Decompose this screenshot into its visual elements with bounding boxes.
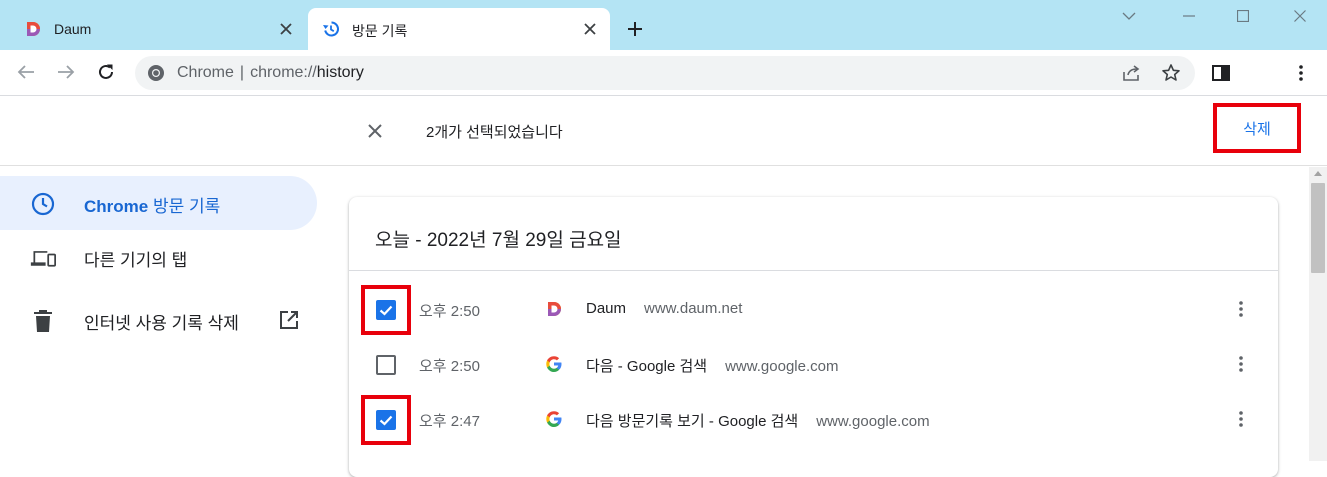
tab-history[interactable]: 방문 기록 — [308, 8, 610, 50]
plus-icon — [628, 22, 642, 36]
maximize-button[interactable] — [1216, 0, 1270, 32]
row-menu-button[interactable] — [1229, 407, 1253, 431]
visit-time: 오후 2:50 — [419, 303, 480, 320]
address-bar[interactable]: Chrome | chrome://history — [135, 56, 1195, 90]
tab-close-icon[interactable] — [276, 19, 296, 39]
visit-time: 오후 2:47 — [419, 413, 480, 430]
sidebar-item-history[interactable]: Chrome 방문 기록 — [0, 176, 317, 230]
sidebar-item-clear-browsing-data[interactable]: 인터넷 사용 기록 삭제 — [0, 293, 317, 347]
minimize-button[interactable] — [1162, 0, 1216, 32]
devices-icon — [30, 245, 56, 271]
bookmark-button[interactable] — [1159, 61, 1183, 85]
history-row[interactable]: 오후 2:47 다음 방문기록 보기 - Google 검색 www.google… — [349, 392, 1278, 447]
arrow-left-icon — [17, 65, 34, 79]
close-window-button[interactable] — [1273, 0, 1327, 32]
sidebar: Chrome 방문 기록 다른 기기의 탭 인터넷 사용 기록 삭제 — [0, 167, 330, 461]
tab-strip: Daum 방문 기록 — [0, 0, 1327, 50]
sidebar-item-label: Chrome 방문 기록 — [84, 197, 221, 216]
google-favicon-icon — [546, 356, 562, 372]
google-favicon-icon — [546, 411, 562, 427]
visit-link[interactable]: Daum www.daum.net — [586, 300, 742, 317]
close-icon — [1294, 10, 1306, 22]
maximize-icon — [1237, 10, 1249, 22]
tab-search-button[interactable] — [1102, 0, 1156, 32]
check-icon — [379, 305, 393, 316]
close-icon — [368, 124, 382, 138]
open-in-new-icon — [279, 310, 299, 330]
visit-domain: www.google.com — [725, 358, 839, 375]
check-icon — [379, 415, 393, 426]
share-button[interactable] — [1120, 61, 1144, 85]
history-row[interactable]: 오후 2:50 Daum www.daum.net — [349, 282, 1278, 337]
trash-icon — [30, 308, 56, 334]
visit-time: 오후 2:50 — [419, 358, 480, 375]
page-scrollbar[interactable] — [1309, 167, 1327, 461]
menu-button[interactable] — [1288, 60, 1314, 86]
sidebar-item-label: 다른 기기의 탭 — [84, 251, 188, 270]
clear-selection-button[interactable] — [363, 119, 387, 143]
history-card: 오늘 - 2022년 7월 29일 금요일 오후 2:50 Daum www.da… — [349, 197, 1278, 477]
star-icon — [1162, 64, 1180, 81]
tab-title: Daum — [54, 21, 92, 37]
more-vert-icon — [1239, 411, 1243, 427]
row-checkbox[interactable] — [376, 410, 396, 430]
side-panel-button[interactable] — [1208, 60, 1234, 86]
side-panel-icon — [1212, 65, 1230, 81]
history-icon — [323, 21, 340, 37]
url-text: Chrome | chrome://history — [177, 64, 364, 81]
tab-close-icon[interactable] — [580, 19, 600, 39]
clock-icon — [30, 191, 56, 217]
delete-button[interactable]: 삭제 — [1213, 103, 1301, 153]
history-row[interactable]: 오후 2:50 다음 - Google 검색 www.google.com — [349, 337, 1278, 392]
tab-title: 방문 기록 — [352, 23, 408, 39]
chrome-logo-icon — [148, 65, 164, 81]
chevron-down-icon — [1122, 12, 1136, 20]
more-vert-icon — [1299, 65, 1303, 81]
new-tab-button[interactable] — [622, 16, 648, 42]
minimize-icon — [1183, 15, 1195, 17]
url-scheme: chrome:// — [250, 64, 317, 81]
row-menu-button[interactable] — [1229, 352, 1253, 376]
toolbar: Chrome | chrome://history — [0, 50, 1327, 96]
site-chip: Chrome — [177, 64, 234, 81]
row-checkbox[interactable] — [376, 355, 396, 375]
more-vert-icon — [1239, 356, 1243, 372]
scroll-up-arrow-icon[interactable] — [1314, 171, 1322, 176]
arrow-right-icon — [58, 65, 75, 79]
reload-button[interactable] — [92, 58, 120, 86]
selection-count: 2개가 선택되었습니다 — [426, 124, 563, 141]
url-host: history — [316, 64, 364, 81]
visit-domain: www.daum.net — [644, 300, 743, 317]
daum-favicon-icon — [548, 302, 561, 316]
forward-button[interactable] — [52, 58, 80, 86]
share-icon — [1123, 65, 1140, 81]
row-menu-button[interactable] — [1229, 297, 1253, 321]
tab-daum[interactable]: Daum — [10, 8, 306, 50]
divider — [349, 270, 1278, 271]
sidebar-item-other-devices[interactable]: 다른 기기의 탭 — [0, 230, 317, 284]
back-button[interactable] — [12, 58, 40, 86]
scroll-thumb[interactable] — [1311, 183, 1325, 273]
more-vert-icon — [1239, 301, 1243, 317]
visit-link[interactable]: 다음 방문기록 보기 - Google 검색 www.google.com — [586, 410, 930, 431]
sidebar-item-label: 인터넷 사용 기록 삭제 — [84, 314, 239, 333]
visit-link[interactable]: 다음 - Google 검색 www.google.com — [586, 355, 838, 376]
daum-favicon-icon — [27, 22, 40, 36]
visit-domain: www.google.com — [816, 413, 930, 430]
selection-toolbar: 2개가 선택되었습니다 삭제 — [0, 96, 1327, 166]
row-checkbox[interactable] — [376, 300, 396, 320]
reload-icon — [99, 64, 113, 79]
day-title: 오늘 - 2022년 7월 29일 금요일 — [375, 230, 622, 251]
